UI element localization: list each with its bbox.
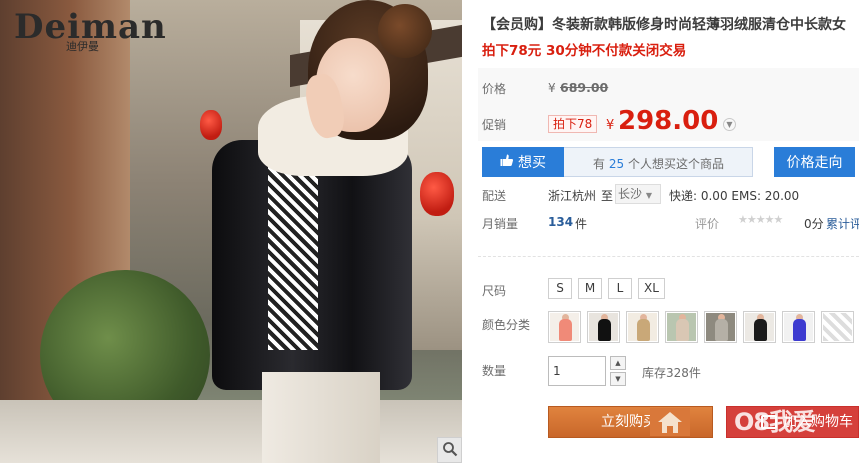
current-price: 298.00 (618, 106, 719, 136)
want-count-text: 有 25 个人想买这个商品 (593, 155, 724, 172)
shipping-to-word: 至 (601, 189, 614, 203)
swatch-image (784, 313, 813, 341)
rating-score: 0分 (804, 217, 824, 231)
want-count: 25 (608, 157, 625, 171)
caret-down-icon: ▼ (645, 191, 652, 200)
product-title: 【会员购】冬装新款韩版修身时尚轻薄羽绒服清仓中长款女 (482, 17, 846, 33)
price-label: 价格 (482, 82, 507, 96)
color-swatch[interactable] (626, 311, 659, 343)
swatch-image (628, 313, 657, 341)
size-option[interactable]: XL (638, 278, 665, 299)
swatch-model-coat (715, 319, 728, 341)
want-prefix: 有 (593, 157, 606, 171)
swatch-image (745, 313, 774, 341)
product-photo[interactable]: Deiman 迪伊曼 (0, 0, 462, 463)
product-info: 【会员购】冬装新款韩版修身时尚轻薄羽绒服清仓中长款女 拍下78元 30分钟不付款… (478, 0, 859, 463)
photo-hair-bun (378, 4, 432, 58)
size-option[interactable]: S (548, 278, 572, 299)
price-trend-button[interactable]: 价格走向 (774, 147, 855, 177)
swatch-image (667, 313, 696, 341)
quantity-input[interactable]: 1 (548, 356, 606, 386)
sales-count: 134 (548, 215, 574, 229)
color-swatch[interactable] (704, 311, 737, 343)
want-bar: 想买 有 25 个人想买这个商品 (482, 147, 753, 177)
quantity-label: 数量 (482, 364, 507, 378)
shipping-label: 配送 (482, 189, 507, 203)
rating-stars: ★★★★★ (738, 213, 783, 226)
original-price: 689.00 (560, 80, 609, 95)
sales-unit: 件 (575, 217, 588, 231)
rating-label: 评价 (695, 217, 720, 231)
color-swatch[interactable] (587, 311, 620, 343)
color-swatch[interactable] (743, 311, 776, 343)
photo-legs (262, 372, 380, 463)
swatch-model-coat (598, 319, 611, 341)
color-options (548, 311, 854, 343)
size-options: S M L XL (548, 278, 665, 299)
home-icon (650, 408, 690, 436)
swatch-image (550, 313, 579, 341)
swatch-image (823, 313, 852, 341)
photo-lantern (200, 110, 222, 140)
color-swatch[interactable] (665, 311, 698, 343)
price-box: 价格 ¥ 689.00 促销 拍下78 ¥ 298.00 ▼ (478, 68, 859, 141)
color-swatch[interactable] (821, 311, 854, 343)
buy-now-button[interactable]: 立刻购买 (548, 406, 713, 438)
color-swatch[interactable] (548, 311, 581, 343)
swatch-model-coat (793, 319, 806, 341)
size-label: 尺码 (482, 284, 507, 298)
decrement-button[interactable]: ▼ (610, 372, 626, 386)
reviews-link[interactable]: 累计评 (826, 215, 859, 232)
caret-up-icon: ▲ (615, 359, 621, 367)
shipping-fee: 快递: 0.00 EMS: 20.00 (669, 189, 800, 203)
divider (478, 256, 859, 257)
promo-label: 促销 (482, 118, 507, 132)
swatch-model-coat (676, 319, 689, 341)
watermark: O8我爱 (734, 408, 816, 436)
brand-logo-cn: 迪伊曼 (66, 40, 99, 53)
size-option[interactable]: M (578, 278, 602, 299)
destination-value: 长沙 (618, 187, 643, 201)
destination-select[interactable]: 长沙 ▼ (615, 184, 661, 204)
swatch-model-coat (559, 319, 572, 341)
photo-street (0, 400, 462, 463)
want-button[interactable]: 想买 (482, 147, 564, 177)
currency-symbol: ¥ (548, 81, 556, 95)
size-option[interactable]: L (608, 278, 632, 299)
buy-now-label: 立刻购买 (601, 414, 657, 430)
chevron-down-icon[interactable]: ▼ (723, 118, 736, 131)
product-page: Deiman 迪伊曼 【会员购】冬装新款韩版修身时尚轻薄羽绒服清仓中长款女 拍下… (0, 0, 859, 463)
color-swatch[interactable] (782, 311, 815, 343)
zoom-button[interactable] (437, 437, 462, 463)
want-suffix: 个人想买这个商品 (627, 157, 724, 171)
swatch-image (706, 313, 735, 341)
increment-button[interactable]: ▲ (610, 356, 626, 370)
promo-tag: 拍下78 (548, 115, 598, 133)
stock-text: 库存328件 (642, 366, 701, 380)
sales-label: 月销量 (482, 217, 519, 231)
product-subtitle: 拍下78元 30分钟不付款关闭交易 (482, 43, 687, 59)
hand-icon (500, 153, 514, 171)
magnifier-icon (442, 441, 458, 460)
shipping-from: 浙江杭州 (548, 189, 597, 203)
currency-symbol: ¥ (606, 118, 615, 133)
swatch-image (589, 313, 618, 341)
color-label: 颜色分类 (482, 318, 531, 332)
swatch-model-coat (637, 319, 650, 341)
swatch-model-coat (754, 319, 767, 341)
want-button-label: 想买 (518, 155, 546, 171)
caret-down-icon: ▼ (615, 375, 621, 383)
photo-lantern (420, 172, 454, 216)
photo-knit (268, 160, 318, 350)
